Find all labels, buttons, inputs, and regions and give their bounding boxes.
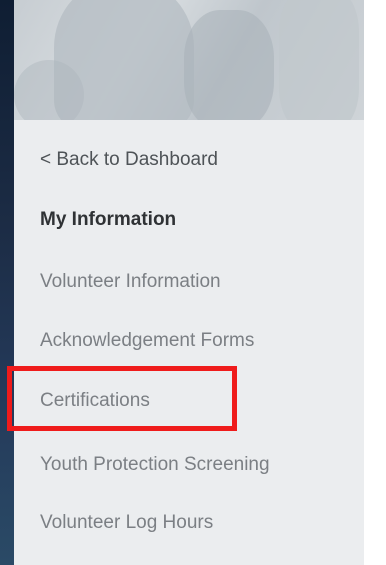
sidebar-item-acknowledgement-forms[interactable]: Acknowledgement Forms [40, 330, 254, 352]
sidebar-item-volunteer-log-hours[interactable]: Volunteer Log Hours [40, 512, 213, 534]
sidebar-item-youth-protection-screening[interactable]: Youth Protection Screening [40, 454, 270, 476]
left-edge-strip [0, 0, 14, 565]
back-to-dashboard-link[interactable]: < Back to Dashboard [40, 149, 218, 171]
sidebar-item-volunteer-information[interactable]: Volunteer Information [40, 271, 221, 293]
page: < Back to Dashboard My Information Volun… [0, 0, 386, 565]
header-photo [14, 0, 364, 120]
highlight-annotation-box [7, 366, 237, 431]
photo-figure-shape [184, 10, 274, 120]
photo-figure-shape [279, 0, 359, 120]
sidebar-section-title: My Information [40, 209, 177, 230]
